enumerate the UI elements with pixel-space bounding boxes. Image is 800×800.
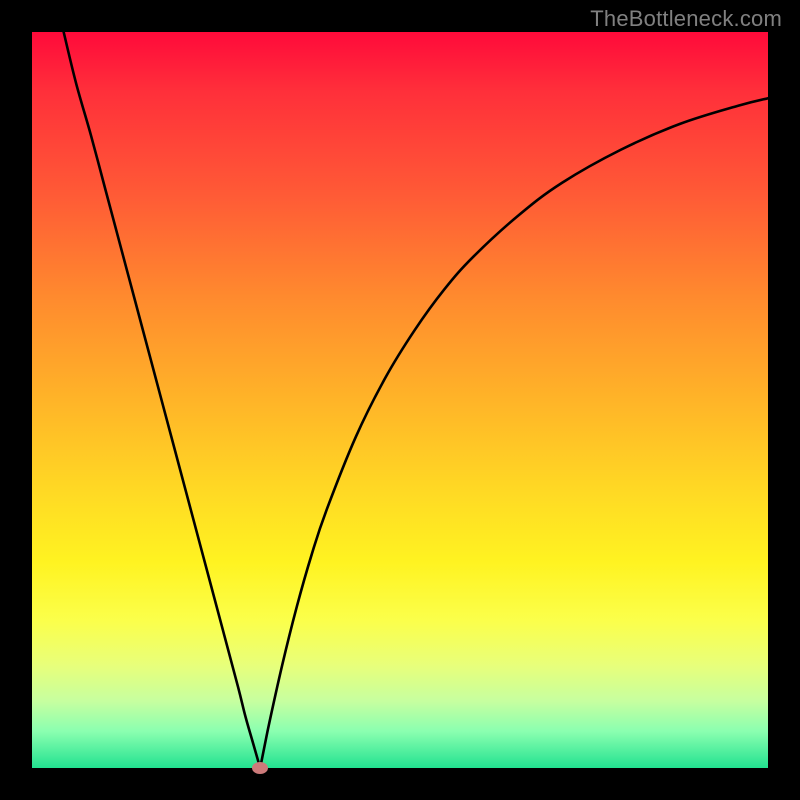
watermark-text: TheBottleneck.com: [590, 6, 782, 32]
bottleneck-curve: [32, 32, 768, 768]
curve-path: [64, 32, 768, 768]
chart-frame: TheBottleneck.com: [0, 0, 800, 800]
plot-area: [32, 32, 768, 768]
minimum-marker: [252, 762, 268, 774]
